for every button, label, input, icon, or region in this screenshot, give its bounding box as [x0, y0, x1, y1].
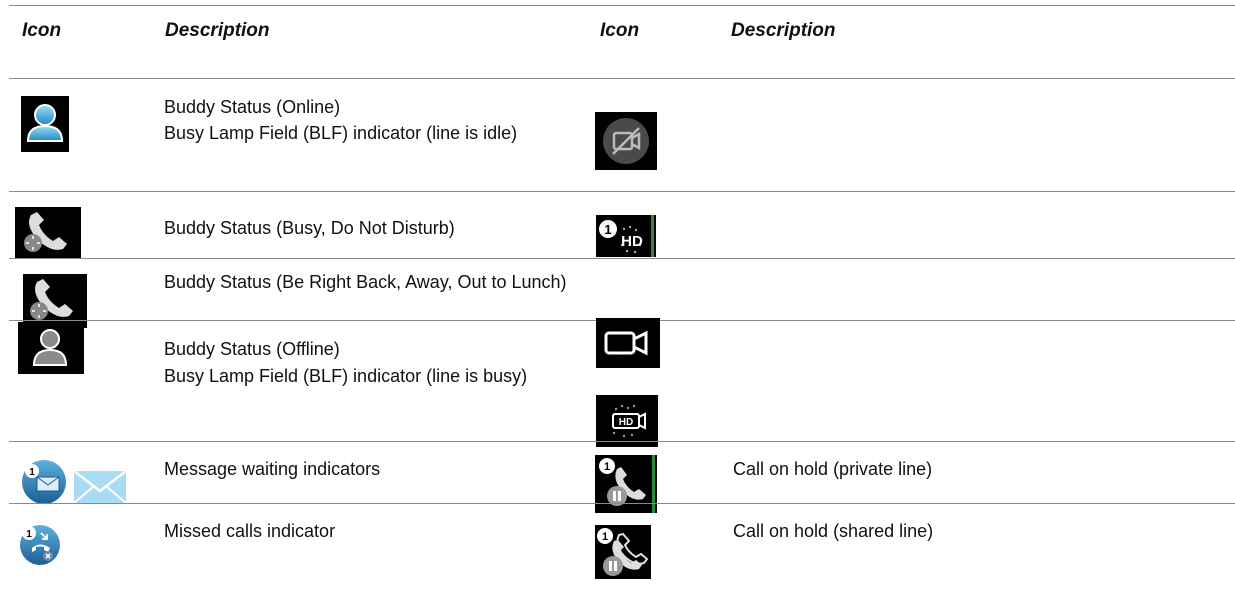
header-description-right: Description — [731, 20, 836, 41]
row6-rule — [9, 503, 1235, 504]
top-rule — [9, 5, 1235, 6]
svg-text:1: 1 — [29, 467, 35, 478]
hold-private-icon: 1 — [595, 455, 657, 513]
row6-line1: Message waiting indicators — [164, 459, 381, 479]
video-off-icon — [595, 112, 657, 170]
row1-line2: Busy Lamp Field (BLF) indicator (line is… — [164, 123, 518, 143]
svg-text:HD: HD — [621, 233, 643, 250]
header-rule — [9, 78, 1235, 79]
header-icon-right: Icon — [600, 20, 640, 41]
svg-text:HD: HD — [619, 417, 633, 428]
row7-line1: Missed calls indicator — [164, 521, 336, 541]
video-camera-icon — [596, 318, 660, 368]
row4-line1: Buddy Status (Offline) — [164, 339, 340, 359]
row3-line1: Buddy Status (Be Right Back, Away, Out t… — [164, 272, 567, 292]
header-description-left: Description — [165, 20, 270, 41]
row1-rule — [9, 191, 1235, 192]
svg-text:1: 1 — [26, 529, 32, 540]
missed-call-icon: 1 — [17, 520, 61, 568]
row4-line2: Busy Lamp Field (BLF) indicator (line is… — [164, 366, 528, 386]
buddy-offline-icon — [18, 322, 84, 374]
hd-audio-icon: 1 HD — [596, 215, 656, 257]
hd-video-icon: HD — [596, 395, 658, 447]
row2-line1: Buddy Status (Busy, Do Not Disturb) — [164, 218, 455, 238]
header-icon-left: Icon — [22, 20, 62, 41]
svg-text:1: 1 — [604, 461, 610, 473]
buddy-online-icon — [21, 96, 69, 152]
row1-line1: Buddy Status (Online) — [164, 97, 341, 117]
row2-rule — [9, 258, 1235, 259]
handset-busy-icon — [15, 207, 81, 259]
message-waiting-icon: 1 — [17, 457, 133, 507]
row7-right-text: Call on hold (shared line) — [733, 521, 934, 541]
hold-shared-icon: 1 — [595, 525, 651, 579]
svg-text:1: 1 — [602, 531, 608, 543]
row6-right-text: Call on hold (private line) — [733, 459, 933, 479]
svg-text:1: 1 — [604, 222, 611, 237]
row5-rule — [9, 441, 1235, 442]
